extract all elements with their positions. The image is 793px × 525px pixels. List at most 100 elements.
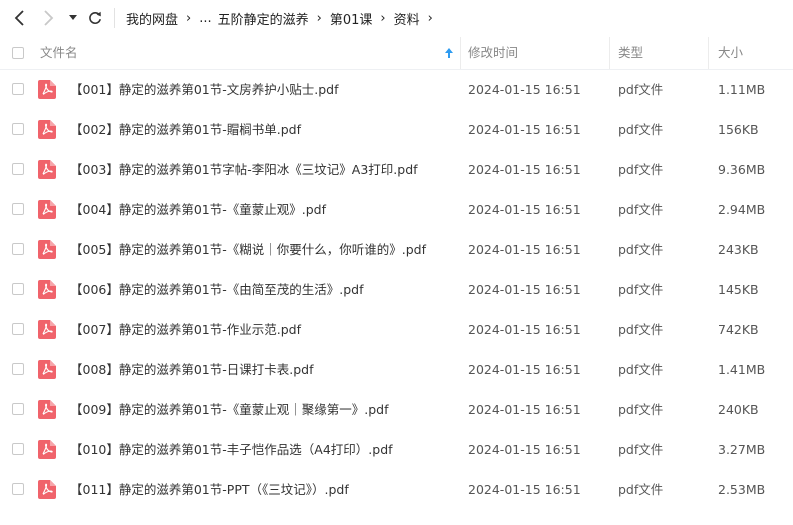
breadcrumb-item-materials[interactable]: 资料 bbox=[394, 9, 420, 28]
chevron-left-icon bbox=[14, 10, 24, 26]
pdf-file-icon bbox=[38, 400, 56, 419]
pdf-file-icon bbox=[38, 440, 56, 459]
file-size: 2.53MB bbox=[718, 482, 766, 497]
file-row-checkbox[interactable] bbox=[12, 323, 24, 335]
file-modified: 2024-01-15 16:51 bbox=[468, 482, 581, 497]
file-row-checkbox[interactable] bbox=[12, 203, 24, 215]
breadcrumb-item-ellipsis[interactable]: ... bbox=[199, 11, 211, 26]
file-row-checkbox[interactable] bbox=[12, 403, 24, 415]
file-name[interactable]: 【005】静定的滋养第01节-《糊说｜你要什么，你听谁的》.pdf bbox=[70, 230, 426, 270]
file-modified: 2024-01-15 16:51 bbox=[468, 242, 581, 257]
pdf-file-icon bbox=[38, 320, 56, 339]
navigation-bar: 我的网盘 › ... 五阶静定的滋养 › 第01课 › 资料 › bbox=[0, 0, 793, 36]
file-modified: 2024-01-15 16:51 bbox=[468, 202, 581, 217]
breadcrumb-separator-icon: › bbox=[186, 10, 192, 26]
file-type: pdf文件 bbox=[618, 442, 664, 457]
breadcrumb-separator-icon: › bbox=[427, 10, 433, 26]
file-size: 145KB bbox=[718, 282, 759, 297]
breadcrumb-item-course[interactable]: 五阶静定的滋养 bbox=[218, 9, 309, 28]
file-modified: 2024-01-15 16:51 bbox=[468, 362, 581, 377]
file-row-checkbox[interactable] bbox=[12, 243, 24, 255]
file-row-checkbox[interactable] bbox=[12, 163, 24, 175]
pdf-file-icon bbox=[38, 200, 56, 219]
column-header-name[interactable]: 文件名 bbox=[40, 37, 460, 69]
file-size: 1.41MB bbox=[718, 362, 766, 377]
file-name[interactable]: 【003】静定的滋养第01节字帖-李阳冰《三坟记》A3打印.pdf bbox=[70, 150, 418, 190]
file-row[interactable]: 【011】静定的滋养第01节-PPT（《三坟记》）.pdf 2024-01-15… bbox=[0, 470, 793, 510]
file-modified: 2024-01-15 16:51 bbox=[468, 442, 581, 457]
file-row-checkbox[interactable] bbox=[12, 443, 24, 455]
file-row[interactable]: 【007】静定的滋养第01节-作业示范.pdf 2024-01-15 16:51… bbox=[0, 310, 793, 350]
file-name[interactable]: 【008】静定的滋养第01节-日课打卡表.pdf bbox=[70, 350, 314, 390]
file-name[interactable]: 【001】静定的滋养第01节-文房养护小贴士.pdf bbox=[70, 70, 339, 110]
file-row[interactable]: 【003】静定的滋养第01节字帖-李阳冰《三坟记》A3打印.pdf 2024-0… bbox=[0, 150, 793, 190]
file-size: 243KB bbox=[718, 242, 759, 257]
select-all-checkbox[interactable] bbox=[12, 47, 24, 59]
file-size: 3.27MB bbox=[718, 442, 766, 457]
forward-button[interactable] bbox=[38, 8, 58, 28]
pdf-file-icon bbox=[38, 120, 56, 139]
file-row[interactable]: 【002】静定的滋养第01节-賵榈书单.pdf 2024-01-15 16:51… bbox=[0, 110, 793, 150]
pdf-file-icon bbox=[38, 240, 56, 259]
chevron-right-icon bbox=[44, 10, 54, 26]
column-header-modified[interactable]: 修改时间 bbox=[468, 37, 608, 69]
nav-divider bbox=[114, 8, 115, 28]
file-row-checkbox[interactable] bbox=[12, 483, 24, 495]
pdf-file-icon bbox=[38, 280, 56, 299]
column-divider[interactable] bbox=[609, 37, 610, 69]
file-row[interactable]: 【010】静定的滋养第01节-丰子恺作品选（A4打印）.pdf 2024-01-… bbox=[0, 430, 793, 470]
file-size: 156KB bbox=[718, 122, 759, 137]
refresh-button[interactable] bbox=[86, 8, 104, 28]
history-dropdown-button[interactable] bbox=[66, 8, 80, 28]
file-row[interactable]: 【008】静定的滋养第01节-日课打卡表.pdf 2024-01-15 16:5… bbox=[0, 350, 793, 390]
column-header-type-label: 类型 bbox=[618, 45, 644, 60]
sort-ascending-icon[interactable] bbox=[444, 48, 454, 58]
pdf-file-icon bbox=[38, 80, 56, 99]
file-name[interactable]: 【007】静定的滋养第01节-作业示范.pdf bbox=[70, 310, 301, 350]
caret-down-icon bbox=[69, 15, 77, 20]
column-divider[interactable] bbox=[460, 37, 461, 69]
breadcrumb-item-lesson[interactable]: 第01课 bbox=[330, 9, 373, 28]
column-header-type[interactable]: 类型 bbox=[618, 37, 708, 69]
file-modified: 2024-01-15 16:51 bbox=[468, 162, 581, 177]
file-type: pdf文件 bbox=[618, 322, 664, 337]
file-row[interactable]: 【004】静定的滋养第01节-《童蒙止观》.pdf 2024-01-15 16:… bbox=[0, 190, 793, 230]
breadcrumb: 我的网盘 › ... 五阶静定的滋养 › 第01课 › 资料 › bbox=[126, 0, 441, 36]
column-header-modified-label: 修改时间 bbox=[468, 45, 519, 60]
file-type: pdf文件 bbox=[618, 162, 664, 177]
file-name[interactable]: 【006】静定的滋养第01节-《由简至茂的生活》.pdf bbox=[70, 270, 364, 310]
file-modified: 2024-01-15 16:51 bbox=[468, 82, 581, 97]
file-type: pdf文件 bbox=[618, 122, 664, 137]
column-header-name-label: 文件名 bbox=[40, 45, 78, 60]
file-type: pdf文件 bbox=[618, 402, 664, 417]
file-modified: 2024-01-15 16:51 bbox=[468, 122, 581, 137]
file-type: pdf文件 bbox=[618, 482, 664, 497]
file-row-checkbox[interactable] bbox=[12, 363, 24, 375]
file-name[interactable]: 【010】静定的滋养第01节-丰子恺作品选（A4打印）.pdf bbox=[70, 430, 393, 470]
file-row-checkbox[interactable] bbox=[12, 283, 24, 295]
file-row-checkbox[interactable] bbox=[12, 123, 24, 135]
file-modified: 2024-01-15 16:51 bbox=[468, 322, 581, 337]
file-row-checkbox[interactable] bbox=[12, 83, 24, 95]
file-row[interactable]: 【009】静定的滋养第01节-《童蒙止观｜聚缘第一》.pdf 2024-01-1… bbox=[0, 390, 793, 430]
file-type: pdf文件 bbox=[618, 362, 664, 377]
pdf-file-icon bbox=[38, 360, 56, 379]
column-divider[interactable] bbox=[708, 37, 709, 69]
back-button[interactable] bbox=[10, 8, 30, 28]
file-row[interactable]: 【001】静定的滋养第01节-文房养护小贴士.pdf 2024-01-15 16… bbox=[0, 70, 793, 110]
file-row[interactable]: 【005】静定的滋养第01节-《糊说｜你要什么，你听谁的》.pdf 2024-0… bbox=[0, 230, 793, 270]
pdf-file-icon bbox=[38, 160, 56, 179]
column-header-size-label: 大小 bbox=[718, 45, 744, 60]
file-type: pdf文件 bbox=[618, 82, 664, 97]
file-name[interactable]: 【002】静定的滋养第01节-賵榈书单.pdf bbox=[70, 110, 301, 150]
file-name[interactable]: 【009】静定的滋养第01节-《童蒙止观｜聚缘第一》.pdf bbox=[70, 390, 389, 430]
file-row[interactable]: 【006】静定的滋养第01节-《由简至茂的生活》.pdf 2024-01-15 … bbox=[0, 270, 793, 310]
breadcrumb-item-my-drive[interactable]: 我的网盘 bbox=[126, 9, 178, 28]
file-size: 742KB bbox=[718, 322, 759, 337]
file-modified: 2024-01-15 16:51 bbox=[468, 282, 581, 297]
breadcrumb-separator-icon: › bbox=[316, 10, 322, 26]
file-name[interactable]: 【011】静定的滋养第01节-PPT（《三坟记》）.pdf bbox=[70, 470, 349, 510]
file-list-header: 文件名 修改时间 类型 大小 bbox=[0, 37, 793, 70]
file-name[interactable]: 【004】静定的滋养第01节-《童蒙止观》.pdf bbox=[70, 190, 326, 230]
column-header-size[interactable]: 大小 bbox=[718, 37, 788, 69]
